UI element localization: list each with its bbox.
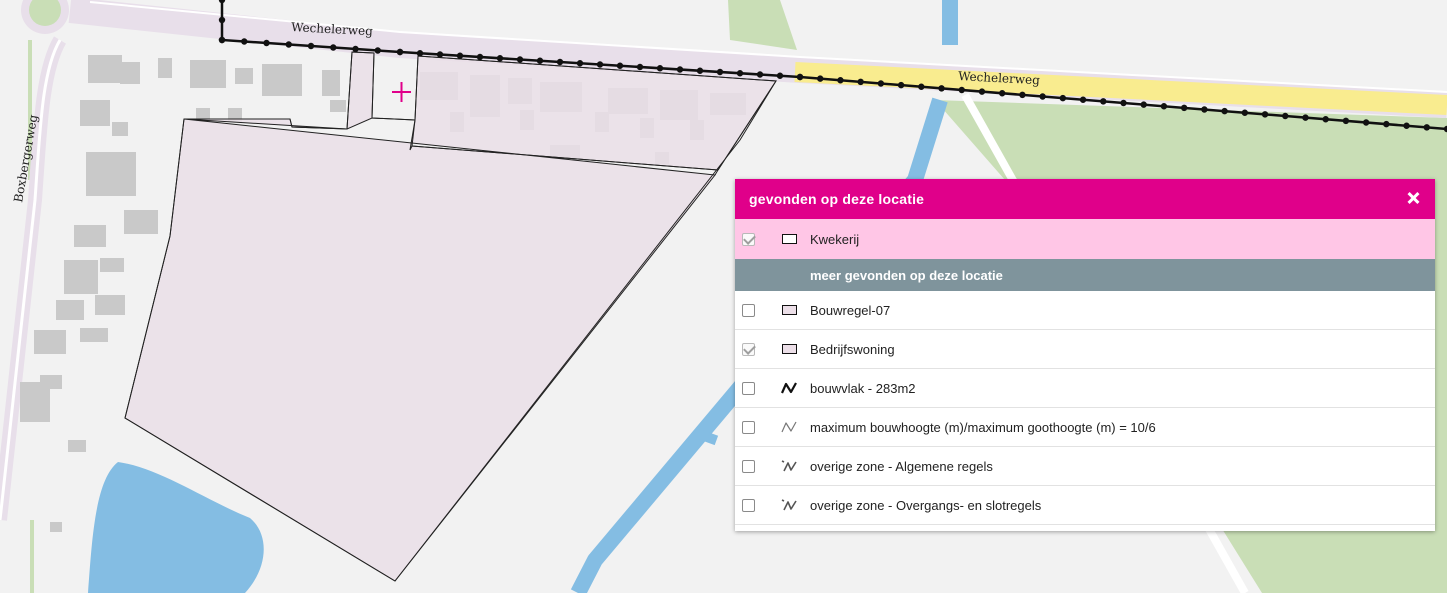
railway-dot — [796, 73, 804, 81]
railway-dot — [1180, 104, 1188, 112]
railway-dot — [396, 48, 404, 56]
feature-row[interactable]: overige zone - Overgangs- en slotregels — [735, 486, 1435, 525]
railway-dot — [374, 47, 381, 54]
feature-row[interactable]: Bedrijfswoning — [735, 330, 1435, 369]
checkbox-maximum-bouwhoogte[interactable] — [742, 420, 755, 434]
feature-label-kwekerij: Kwekerij — [810, 231, 860, 247]
checkbox-bedrijfswoning[interactable] — [742, 342, 755, 356]
railway-dot — [1059, 94, 1067, 102]
feature-row[interactable]: Bouwregel-07 — [735, 291, 1435, 330]
feature-label: Bedrijfswoning — [810, 341, 895, 357]
railway-dot — [656, 65, 664, 72]
rect-filled-icon — [779, 303, 799, 317]
more-found-label: meer gevonden op deze locatie — [810, 267, 1003, 283]
railway-dot — [696, 67, 704, 74]
checkbox-overige-zone-overgangs[interactable] — [742, 498, 755, 512]
railway-dot — [716, 68, 724, 76]
railway-dot — [1302, 114, 1309, 121]
checkbox-kwekerij[interactable] — [742, 232, 755, 246]
railway-dot — [776, 72, 784, 79]
feature-label: bouwvlak - 283m2 — [810, 380, 916, 396]
railway-dot — [576, 60, 584, 67]
rect-outline-icon — [779, 232, 799, 246]
checkbox-bouwregel[interactable] — [742, 303, 755, 317]
railway-dot — [1140, 101, 1147, 108]
railway-dot — [1100, 98, 1107, 105]
railway-dot — [1362, 119, 1370, 126]
feature-label: maximum bouwhoogte (m)/maximum goothoogt… — [810, 419, 1156, 435]
selected-feature-row[interactable]: Kwekerij — [735, 219, 1435, 259]
railway-dot — [636, 63, 644, 71]
railway-dot — [1201, 106, 1208, 113]
panel-header: gevonden op deze locatie — [735, 179, 1435, 219]
railway-dot — [676, 66, 684, 73]
zigzag-hook-icon — [779, 498, 799, 512]
railway-dot — [1342, 117, 1350, 125]
railway-dot — [1403, 122, 1410, 129]
railway-dot — [218, 16, 226, 24]
railway-dot — [897, 81, 905, 89]
grass-strip-bottom — [30, 520, 34, 593]
railway-dot — [1221, 107, 1228, 115]
railway-dot — [1423, 124, 1430, 131]
railway-dot — [596, 61, 604, 68]
railway-dot — [736, 70, 744, 77]
feature-row[interactable]: overige zone - Algemene regels — [735, 447, 1435, 486]
railway-dot — [496, 55, 504, 62]
zigzag-light-icon — [779, 420, 799, 434]
more-found-header: meer gevonden op deze locatie — [735, 259, 1435, 291]
railway-dot — [1160, 103, 1168, 110]
feature-row[interactable]: bouwvlak - 283m2 — [735, 369, 1435, 408]
railway-dot — [241, 38, 248, 45]
checkbox-overige-zone-algemene[interactable] — [742, 459, 755, 473]
railway-dot — [817, 75, 824, 82]
feature-row[interactable]: maximum bouwhoogte (m)/maximum goothoogt… — [735, 408, 1435, 447]
railway-dot — [1383, 120, 1390, 128]
railway-dot — [516, 56, 524, 63]
railway-dot — [536, 57, 544, 64]
railway-dot — [330, 44, 337, 51]
railway-dot — [1079, 96, 1087, 103]
railway-dot — [1120, 99, 1127, 107]
railway-dot — [938, 85, 945, 92]
feature-label: overige zone - Algemene regels — [810, 458, 993, 474]
railway-dot — [263, 39, 270, 47]
railway-dot — [918, 83, 925, 90]
railway-dot — [1322, 116, 1329, 123]
railway-dot — [1282, 112, 1289, 120]
railway-dot — [556, 58, 564, 66]
railway-dot — [352, 45, 359, 53]
railway-dot — [616, 62, 624, 69]
railway-dot — [857, 78, 864, 86]
feature-label: overige zone - Overgangs- en slotregels — [810, 497, 1042, 513]
railway-dot — [756, 71, 764, 78]
railway-dot — [1241, 109, 1249, 116]
rect-filled-icon — [779, 342, 799, 356]
feature-info-panel: gevonden op deze locatie Kwekerij meer g… — [735, 179, 1435, 531]
zigzag-bold-icon — [779, 381, 799, 395]
railway-dot — [218, 36, 226, 44]
railway-dot — [1019, 91, 1026, 99]
railway-dot — [978, 88, 986, 95]
feature-label: Bouwregel-07 — [810, 302, 891, 318]
checkbox-bouwvlak[interactable] — [742, 381, 755, 395]
zigzag-hook-icon — [779, 459, 799, 473]
panel-title: gevonden op deze locatie — [749, 191, 925, 207]
railway-dot — [456, 52, 464, 59]
railway-dot — [476, 53, 484, 61]
railway-dot — [307, 42, 315, 50]
railway-dot — [1261, 111, 1269, 118]
railway-dot — [958, 86, 965, 94]
railway-dot — [877, 80, 885, 87]
railway-dot — [285, 41, 292, 48]
railway-dot — [416, 50, 424, 57]
railway-dot — [436, 51, 444, 58]
railway-dot — [998, 90, 1006, 97]
railway-dot — [837, 77, 844, 84]
close-icon[interactable] — [1405, 190, 1421, 206]
railway-dot — [1039, 93, 1046, 100]
